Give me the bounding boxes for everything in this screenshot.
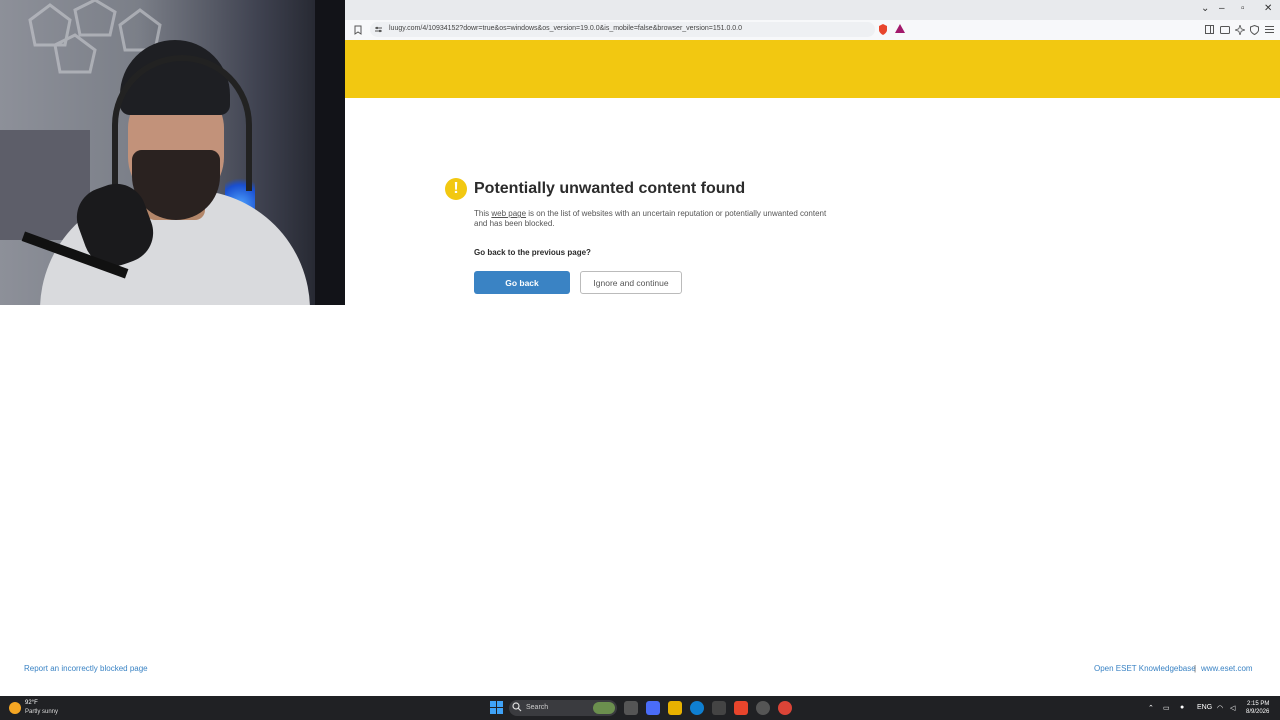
brave-rewards-icon[interactable]	[895, 24, 905, 36]
minimize-icon[interactable]: –	[1219, 3, 1225, 14]
web-page-link[interactable]: web page	[491, 209, 526, 218]
file-explorer-icon[interactable]	[668, 701, 682, 715]
sidebar-toggle-icon[interactable]	[1205, 25, 1214, 36]
brave-taskbar-icon[interactable]	[734, 701, 748, 715]
volume-icon[interactable]: ◁	[1230, 704, 1235, 712]
taskbar	[0, 696, 1280, 720]
task-view-icon[interactable]	[624, 701, 638, 715]
description-post: is on the list of websites with an uncer…	[474, 209, 827, 228]
tray-chevron-icon[interactable]: ⌃	[1148, 704, 1154, 712]
weather-condition[interactable]: Partly sunny	[25, 709, 58, 715]
store-icon[interactable]	[712, 701, 726, 715]
bookmark-icon[interactable]	[354, 25, 362, 37]
brave-shields-icon[interactable]	[878, 24, 888, 37]
eset-banner	[345, 40, 1280, 98]
warning-icon: !	[445, 178, 467, 200]
tab-bar	[345, 0, 1280, 20]
report-blocked-link[interactable]: Report an incorrectly blocked page	[24, 664, 148, 673]
windows-start-icon[interactable]	[489, 701, 503, 715]
footer-separator: |	[1194, 664, 1197, 673]
clock-date: 8/9/2026	[1246, 709, 1270, 715]
leo-ai-icon[interactable]	[1233, 23, 1247, 37]
ignore-continue-button[interactable]: Ignore and continue	[580, 271, 682, 294]
clock[interactable]: 2:15 PM 8/9/2026	[1246, 700, 1269, 716]
restore-icon[interactable]: ▫	[1241, 3, 1245, 14]
language-indicator[interactable]: ENG	[1197, 704, 1212, 711]
weather-temp[interactable]: 92°F	[25, 700, 38, 706]
chrome-icon[interactable]	[778, 701, 792, 715]
webcam-overlay	[0, 0, 345, 305]
weather-icon[interactable]	[9, 702, 21, 714]
url-text[interactable]: luugy.com/4/10934152?dowr=true&os=window…	[389, 25, 742, 32]
description-pre: This	[474, 209, 492, 218]
search-icon	[511, 702, 523, 714]
go-back-question: Go back to the previous page?	[474, 248, 591, 257]
clock-time: 2:15 PM	[1247, 701, 1270, 707]
copilot-icon[interactable]	[646, 701, 660, 715]
edge-icon[interactable]	[690, 701, 704, 715]
search-placeholder[interactable]: Search	[526, 704, 548, 711]
page-title: Potentially unwanted content found	[474, 180, 746, 197]
knowledgebase-link[interactable]: Open ESET Knowledgebase	[1094, 664, 1196, 673]
tray-app-icon[interactable]: ▭	[1163, 704, 1170, 712]
tab-dropdown-icon[interactable]: ⌄	[1201, 3, 1209, 14]
doorway	[315, 0, 345, 305]
go-back-button[interactable]: Go back	[474, 271, 570, 294]
site-settings-icon[interactable]	[374, 25, 383, 36]
wifi-icon[interactable]: ◠	[1217, 704, 1223, 712]
block-description: This web page is on the list of websites…	[474, 209, 839, 229]
headset	[112, 55, 252, 191]
app-icon[interactable]	[756, 701, 770, 715]
vpn-icon[interactable]	[1250, 24, 1259, 37]
menu-icon[interactable]	[1265, 25, 1274, 36]
close-icon[interactable]: ✕	[1264, 3, 1272, 14]
wallet-icon[interactable]	[1220, 25, 1230, 36]
microphone-icon[interactable]: ●	[1180, 704, 1184, 711]
eset-site-link[interactable]: www.eset.com	[1201, 664, 1253, 673]
search-highlight-icon	[593, 702, 615, 714]
